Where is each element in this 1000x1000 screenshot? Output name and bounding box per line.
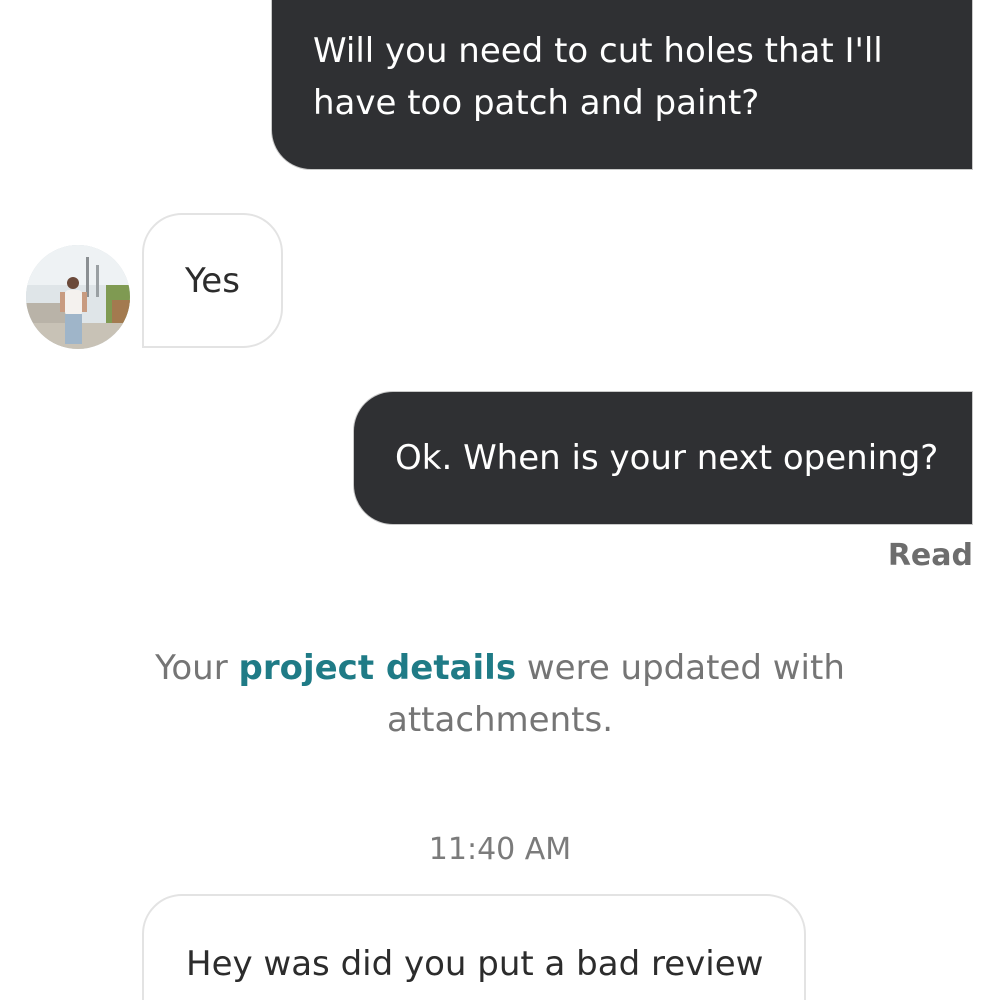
project-details-link[interactable]: project details xyxy=(239,648,517,688)
system-notice: Your project details were updated with a… xyxy=(150,642,850,746)
chat-thread: Will you need to cut holes that I'll hav… xyxy=(0,0,1000,1000)
outgoing-message[interactable]: Ok. When is your next opening? xyxy=(353,391,973,525)
message-text: Ok. When is your next opening? xyxy=(395,438,939,478)
avatar[interactable] xyxy=(26,245,130,349)
notice-prefix: Your xyxy=(155,648,239,688)
message-text: Yes xyxy=(185,261,240,301)
read-receipt: Read xyxy=(887,538,973,573)
message-text: Hey was did you put a bad review xyxy=(186,944,764,984)
message-text: Will you need to cut holes that I'll hav… xyxy=(313,31,883,123)
message-timestamp: 11:40 AM xyxy=(428,832,572,867)
incoming-message[interactable]: Hey was did you put a bad review xyxy=(142,894,806,1000)
incoming-message[interactable]: Yes xyxy=(142,213,283,348)
avatar-photo xyxy=(26,245,130,349)
outgoing-message[interactable]: Will you need to cut holes that I'll hav… xyxy=(271,0,973,170)
